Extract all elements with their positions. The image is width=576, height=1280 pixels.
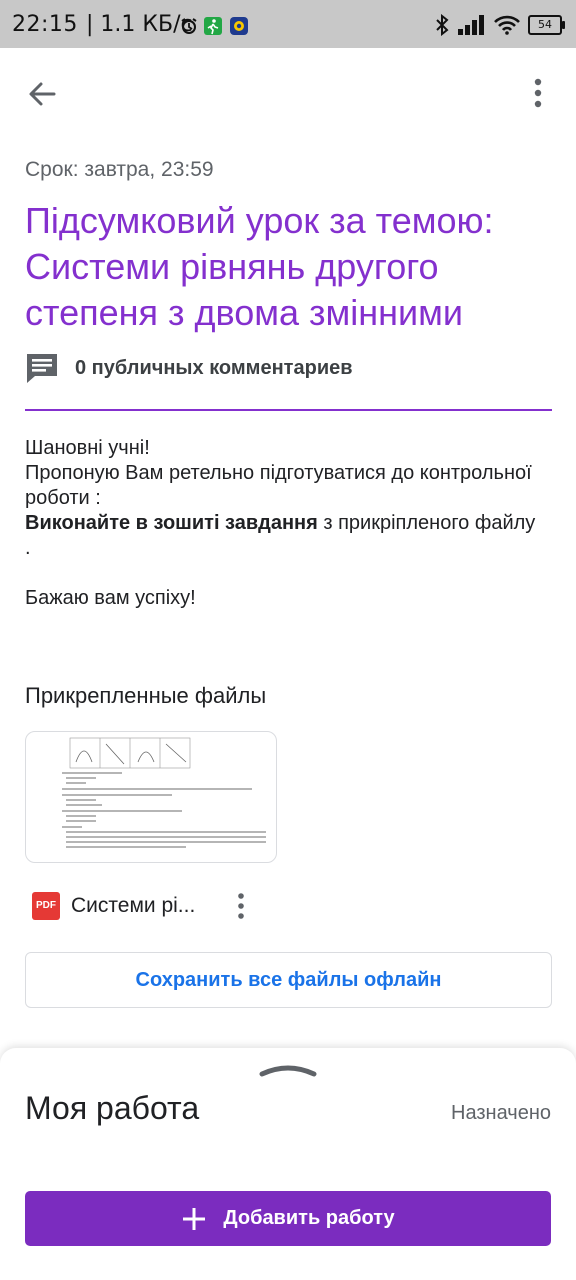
my-work-status: Назначено (451, 1102, 551, 1124)
chevron-up-icon[interactable] (258, 1062, 318, 1078)
pdf-preview-image (62, 737, 266, 848)
status-icons: 54 (434, 13, 565, 37)
status-bar: 22:15 | 1.1 КБ/с 54 (0, 0, 576, 48)
description-line: Бажаю вам успіху! (25, 587, 196, 609)
status-network-speed: | 1.1 КБ/с (86, 12, 193, 37)
attached-file-item[interactable]: PDF Системи рі... (25, 890, 275, 924)
my-work-sheet: Моя работа Назначено Добавить работу (0, 1048, 576, 1280)
pdf-icon: PDF (32, 892, 60, 920)
alarm-icon (181, 18, 197, 34)
walking-icon (204, 17, 222, 35)
comment-icon (27, 354, 57, 383)
due-date: Срок: завтра, 23:59 (25, 158, 214, 181)
file-more-vert-icon[interactable] (233, 890, 249, 922)
app-bar (0, 48, 576, 136)
class-comments-link[interactable]: 0 публичных комментариев (25, 350, 353, 386)
assignment-title: Підсумковий урок за темою: Системи рівня… (25, 200, 494, 333)
my-work-title: Моя работа (25, 1090, 200, 1126)
header-divider (25, 409, 552, 411)
description-line: Пропоную Вам ретельно підготуватися до к… (25, 462, 532, 509)
battery-icon: 54 (528, 15, 565, 35)
plus-icon (183, 1207, 206, 1230)
description-spacer (25, 561, 545, 586)
file-name: Системи рі... (71, 894, 196, 917)
back-arrow-icon[interactable] (20, 72, 64, 116)
description-line: Шановні учні! (25, 437, 150, 459)
add-work-label: Добавить работу (223, 1207, 395, 1229)
file-thumbnail[interactable] (25, 731, 277, 863)
more-vert-icon[interactable] (520, 72, 556, 116)
bluetooth-icon (436, 14, 449, 36)
description-bold-text: Виконайте в зошиті завдання (25, 512, 318, 534)
wifi-icon (494, 15, 520, 35)
save-files-offline-button[interactable]: Сохранить все файлы офлайн (25, 952, 552, 1008)
attached-files-heading: Прикрепленные файлы (25, 683, 267, 708)
comments-count-label: 0 публичных комментариев (75, 356, 353, 379)
battery-level: 54 (538, 18, 552, 31)
signal-icon (458, 15, 484, 35)
status-time: 22:15 (12, 12, 78, 37)
assignment-description: Шановні учні! Пропоную Вам ретельно підг… (25, 436, 545, 611)
description-line: Виконайте в зошиті завдання з прикріплен… (25, 511, 545, 561)
app-notification-icon (230, 17, 248, 35)
add-work-button[interactable]: Добавить работу (25, 1191, 551, 1246)
